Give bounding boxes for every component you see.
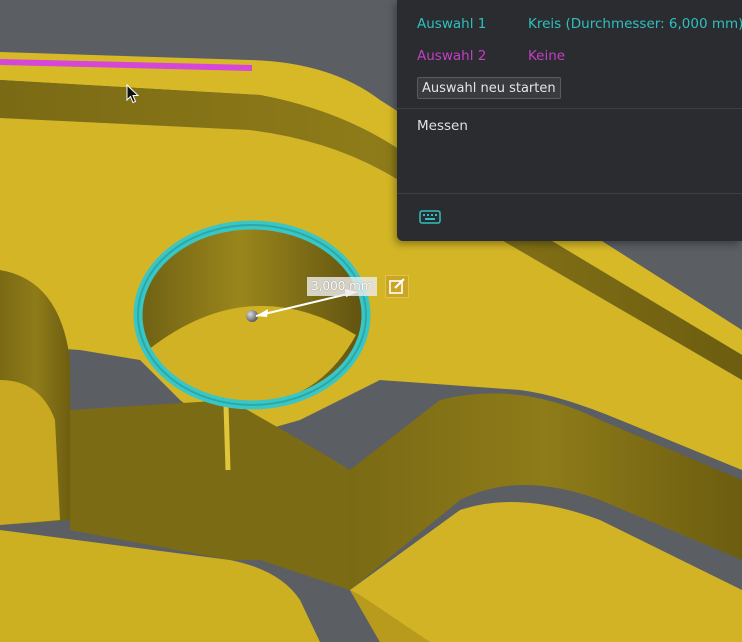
- restart-selection-button[interactable]: Auswahl neu starten: [417, 77, 561, 99]
- mouse-pointer-icon: [126, 83, 140, 104]
- divider: [397, 193, 742, 194]
- selection-second-value: Keine: [528, 48, 566, 64]
- edit-icon[interactable]: [385, 275, 409, 298]
- radius-value-label: 3,000 mm: [307, 277, 377, 296]
- keyboard-icon[interactable]: [419, 209, 441, 225]
- measure-panel: Auswahl 1 Kreis (Durchmesser: 6,000 mm) …: [397, 0, 742, 241]
- selection-first-label: Auswahl 1: [417, 16, 487, 32]
- selection-second-label: Auswahl 2: [417, 48, 487, 64]
- measure-result-label: Messen: [417, 118, 468, 134]
- selection-first-value: Kreis (Durchmesser: 6,000 mm): [528, 16, 742, 32]
- divider: [397, 108, 742, 109]
